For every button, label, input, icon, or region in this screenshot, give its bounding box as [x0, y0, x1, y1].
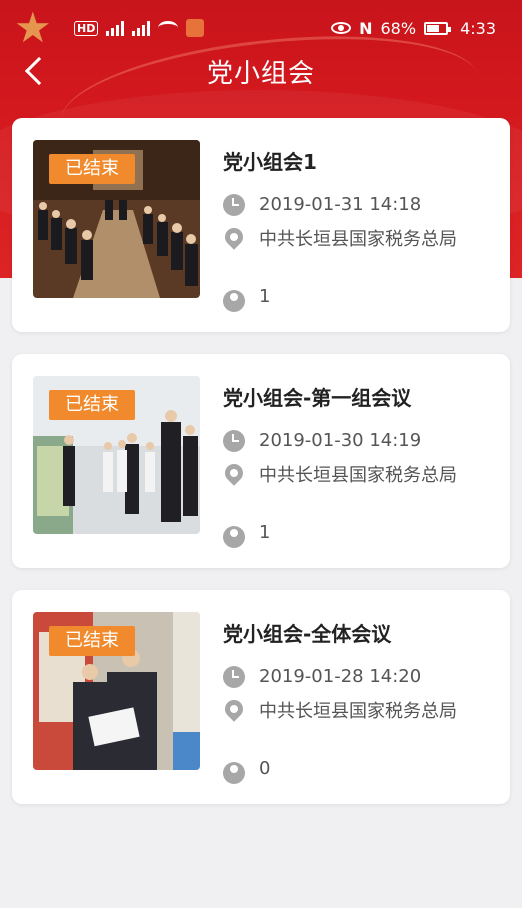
- clock-icon: [223, 430, 245, 452]
- status-badge: 已结束: [49, 390, 135, 420]
- meeting-photo: 已结束: [33, 376, 200, 534]
- meeting-time: 2019-01-31 14:18: [259, 194, 422, 215]
- meeting-title: 党小组会-全体会议: [223, 622, 392, 646]
- app-notification-icon: [186, 19, 205, 37]
- meeting-time: 2019-01-30 14:19: [259, 430, 422, 451]
- chevron-left-icon: [24, 56, 54, 86]
- view-count: 1: [259, 522, 271, 543]
- signal-icon: [106, 20, 125, 36]
- meeting-card[interactable]: 已结束 党小组会1 2019-01-31 14:18 中共长垣县国家税务总局 1: [12, 118, 510, 332]
- eye-icon: [223, 526, 245, 548]
- location-pin-icon: [221, 460, 247, 486]
- meeting-time: 2019-01-28 14:20: [259, 666, 422, 687]
- meeting-location: 中共长垣县国家税务总局: [259, 701, 457, 722]
- clock-icon: [223, 194, 245, 216]
- status-badge: 已结束: [49, 154, 135, 184]
- meeting-card[interactable]: 已结束 党小组会-第一组会议 2019-01-30 14:19 中共长垣县国家税…: [12, 354, 510, 568]
- meeting-photo: 已结束: [33, 612, 200, 770]
- meeting-location: 中共长垣县国家税务总局: [259, 465, 457, 486]
- back-button[interactable]: [20, 56, 54, 86]
- page-title: 党小组会: [206, 58, 315, 89]
- battery-icon: [424, 21, 452, 35]
- clock-icon: [223, 666, 245, 688]
- wifi-icon: [158, 21, 179, 35]
- eye-icon: [223, 762, 245, 784]
- eye-comfort-icon: [331, 22, 352, 34]
- meeting-photo: 已结束: [33, 140, 200, 298]
- meeting-location: 中共长垣县国家税务总局: [259, 229, 457, 250]
- location-pin-icon: [221, 224, 247, 250]
- nfc-icon: N: [359, 18, 373, 38]
- meeting-title: 党小组会-第一组会议: [223, 386, 412, 410]
- status-badge: 已结束: [49, 626, 135, 656]
- location-pin-icon: [221, 696, 247, 722]
- hd-icon: HD: [74, 20, 99, 36]
- clock-time: 4:33: [460, 18, 496, 38]
- battery-fill: [427, 24, 440, 32]
- eye-icon: [223, 290, 245, 312]
- view-count: 1: [259, 286, 271, 307]
- meeting-card[interactable]: 已结束 党小组会-全体会议 2019-01-28 14:20 中共长垣县国家税务…: [12, 590, 510, 804]
- signal-icon: [132, 20, 151, 36]
- view-count: 0: [259, 758, 271, 779]
- nav-bar: 党小组会: [0, 44, 522, 98]
- meeting-title: 党小组会1: [223, 150, 317, 174]
- battery-percent: 68%: [380, 18, 417, 38]
